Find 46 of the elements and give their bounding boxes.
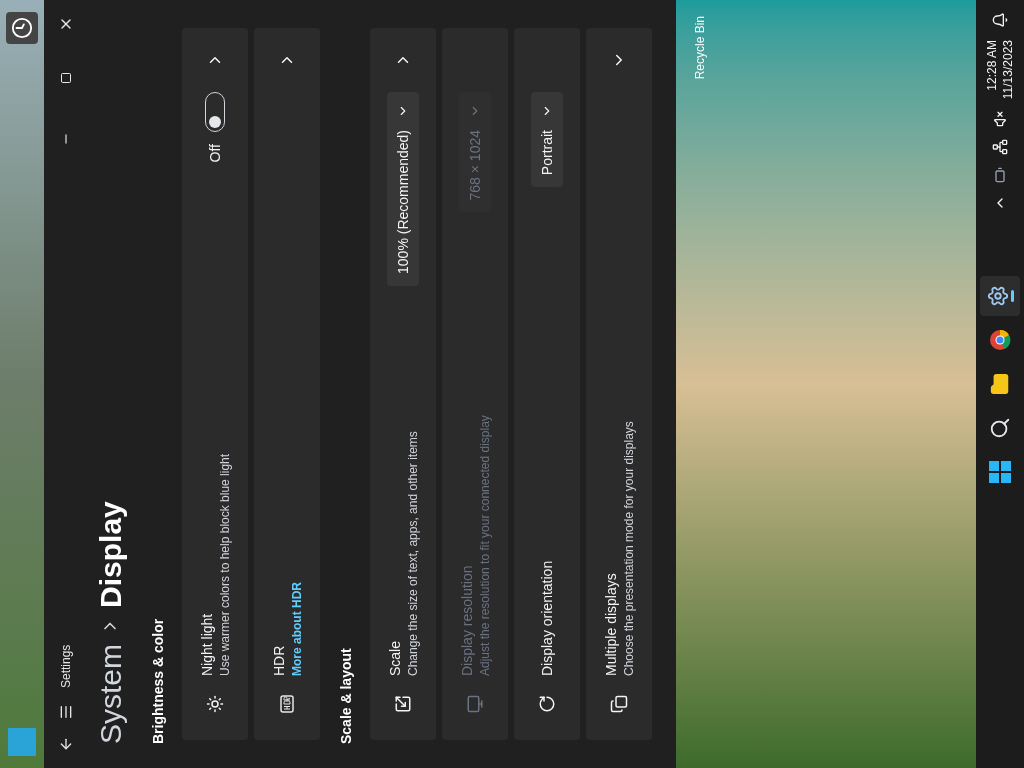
rotate-icon (538, 695, 556, 713)
volume-muted-icon[interactable] (992, 111, 1008, 128)
settings-card[interactable]: Scale Change the size of text, apps, and other items 100% (Recommended) (370, 28, 436, 740)
page-title: Display (92, 501, 128, 608)
start-logo-icon (989, 461, 1011, 483)
gear-icon (986, 285, 1009, 307)
window-title: Settings (58, 643, 74, 688)
settings-card[interactable]: HDR More about HDR (254, 28, 320, 740)
notification-bell-icon[interactable] (992, 12, 1008, 28)
menu-icon[interactable] (58, 704, 74, 720)
breadcrumb-link[interactable]: System (87, 643, 133, 744)
card-description: Choose the presentation mode for your displays (621, 420, 637, 676)
monitor-icon (466, 695, 484, 713)
displays-icon (610, 695, 628, 713)
settings-card[interactable]: Night light Use warmer colors to help block blue light Off (182, 28, 248, 740)
card-title: Scale (386, 639, 404, 676)
browser-icon (989, 329, 1011, 351)
folder-icon (989, 373, 1011, 395)
scale-icon (394, 695, 412, 713)
more-about-link[interactable]: More about HDR (289, 92, 305, 676)
sun-icon (206, 695, 224, 713)
taskbar-app-button[interactable] (980, 276, 1020, 316)
clock[interactable]: 12:28 AM 11/13/2023 (984, 40, 1016, 100)
card-title: Night light (198, 612, 216, 676)
dropdown[interactable]: 100% (Recommended) (387, 92, 419, 286)
dropdown[interactable]: Portrait (531, 92, 563, 188)
app-shortcut-icon[interactable] (6, 12, 38, 44)
card-description: Change the size of text, apps, and other items (405, 430, 421, 676)
settings-card[interactable]: Multiple displays Choose the presentation mode for your displays (586, 28, 652, 740)
toggle-state-label: Off (206, 144, 224, 163)
section-heading: Brightness & color (149, 617, 167, 744)
search-icon (989, 417, 1011, 439)
card-title: Multiple displays (602, 572, 620, 676)
hdr-icon (278, 695, 296, 713)
card-description: Use warmer colors to help block blue light (217, 452, 233, 676)
network-icon[interactable] (992, 139, 1008, 156)
back-icon[interactable] (58, 736, 74, 752)
section-heading: Scale & layout (337, 647, 355, 744)
card-title: HDR (270, 644, 288, 676)
settings-card[interactable]: Display orientation Portrait (514, 28, 580, 740)
battery-icon[interactable] (992, 167, 1008, 184)
card-title: Display orientation (538, 559, 556, 676)
maximize-icon[interactable] (60, 72, 72, 84)
app-tile-icon[interactable] (8, 728, 36, 756)
card-title: Display resolution (458, 564, 476, 676)
card-description: Adjust the resolution to fit your connected display (477, 414, 493, 676)
